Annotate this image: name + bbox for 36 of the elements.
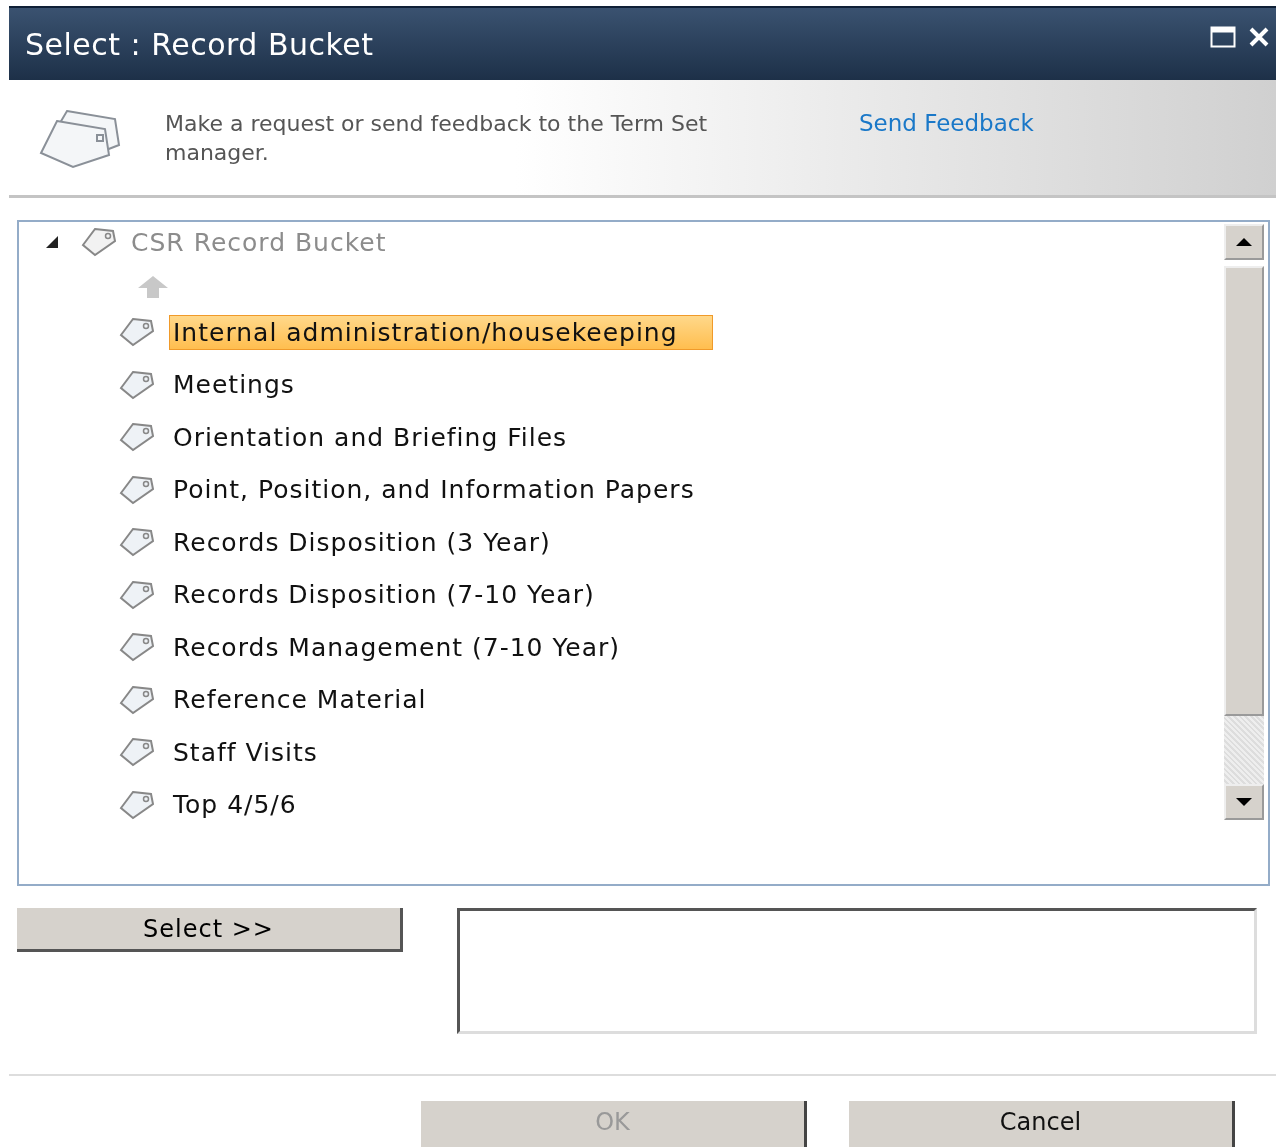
- down-caret-icon: [1234, 797, 1254, 807]
- select-button[interactable]: Select >>: [17, 908, 403, 952]
- tree-item[interactable]: Point, Position, and Information Papers: [169, 472, 730, 508]
- tag-icon: [119, 737, 155, 768]
- tag-icon: [119, 789, 155, 820]
- scrollbar[interactable]: [1224, 224, 1264, 820]
- feedback-message: Make a request or send feedback to the Term Set manager.: [165, 109, 709, 167]
- send-feedback-link[interactable]: Send Feedback: [859, 109, 1034, 136]
- scroll-thumb[interactable]: [1224, 266, 1264, 716]
- tree-item[interactable]: Reference Material: [169, 682, 462, 718]
- selected-terms-field[interactable]: [457, 908, 1257, 1034]
- cancel-button[interactable]: Cancel: [849, 1101, 1235, 1147]
- scroll-down-button[interactable]: [1224, 784, 1264, 820]
- close-icon[interactable]: [1248, 26, 1270, 48]
- tag-icon: [81, 227, 117, 257]
- window-title: Select : Record Bucket: [25, 26, 374, 62]
- tag-icon: [119, 579, 155, 610]
- tree-item[interactable]: Staff Visits: [169, 734, 353, 770]
- up-caret-icon: [1234, 237, 1254, 247]
- tag-icon: [119, 474, 155, 505]
- tree-item[interactable]: Records Management (7-10 Year): [169, 629, 656, 665]
- tag-icon: [119, 684, 155, 715]
- tag-icon: [119, 632, 155, 663]
- tree-item[interactable]: Internal administration/housekeeping: [169, 314, 713, 350]
- expanded-triangle-icon[interactable]: [45, 235, 59, 249]
- maximize-icon[interactable]: [1210, 26, 1236, 48]
- tree-item[interactable]: Records Disposition (3 Year): [169, 524, 586, 560]
- tag-icon: [119, 369, 155, 400]
- tree-item[interactable]: Top 4/5/6: [169, 787, 332, 823]
- tree-item[interactable]: Orientation and Briefing Files: [169, 419, 603, 455]
- tag-icon: [119, 527, 155, 558]
- tree-item[interactable]: Records Disposition (7-10 Year): [169, 577, 630, 613]
- tag-icon: [119, 317, 155, 348]
- tag-icon: [119, 422, 155, 453]
- tree-item[interactable]: Meetings: [169, 367, 330, 403]
- scroll-up-button[interactable]: [1224, 224, 1264, 260]
